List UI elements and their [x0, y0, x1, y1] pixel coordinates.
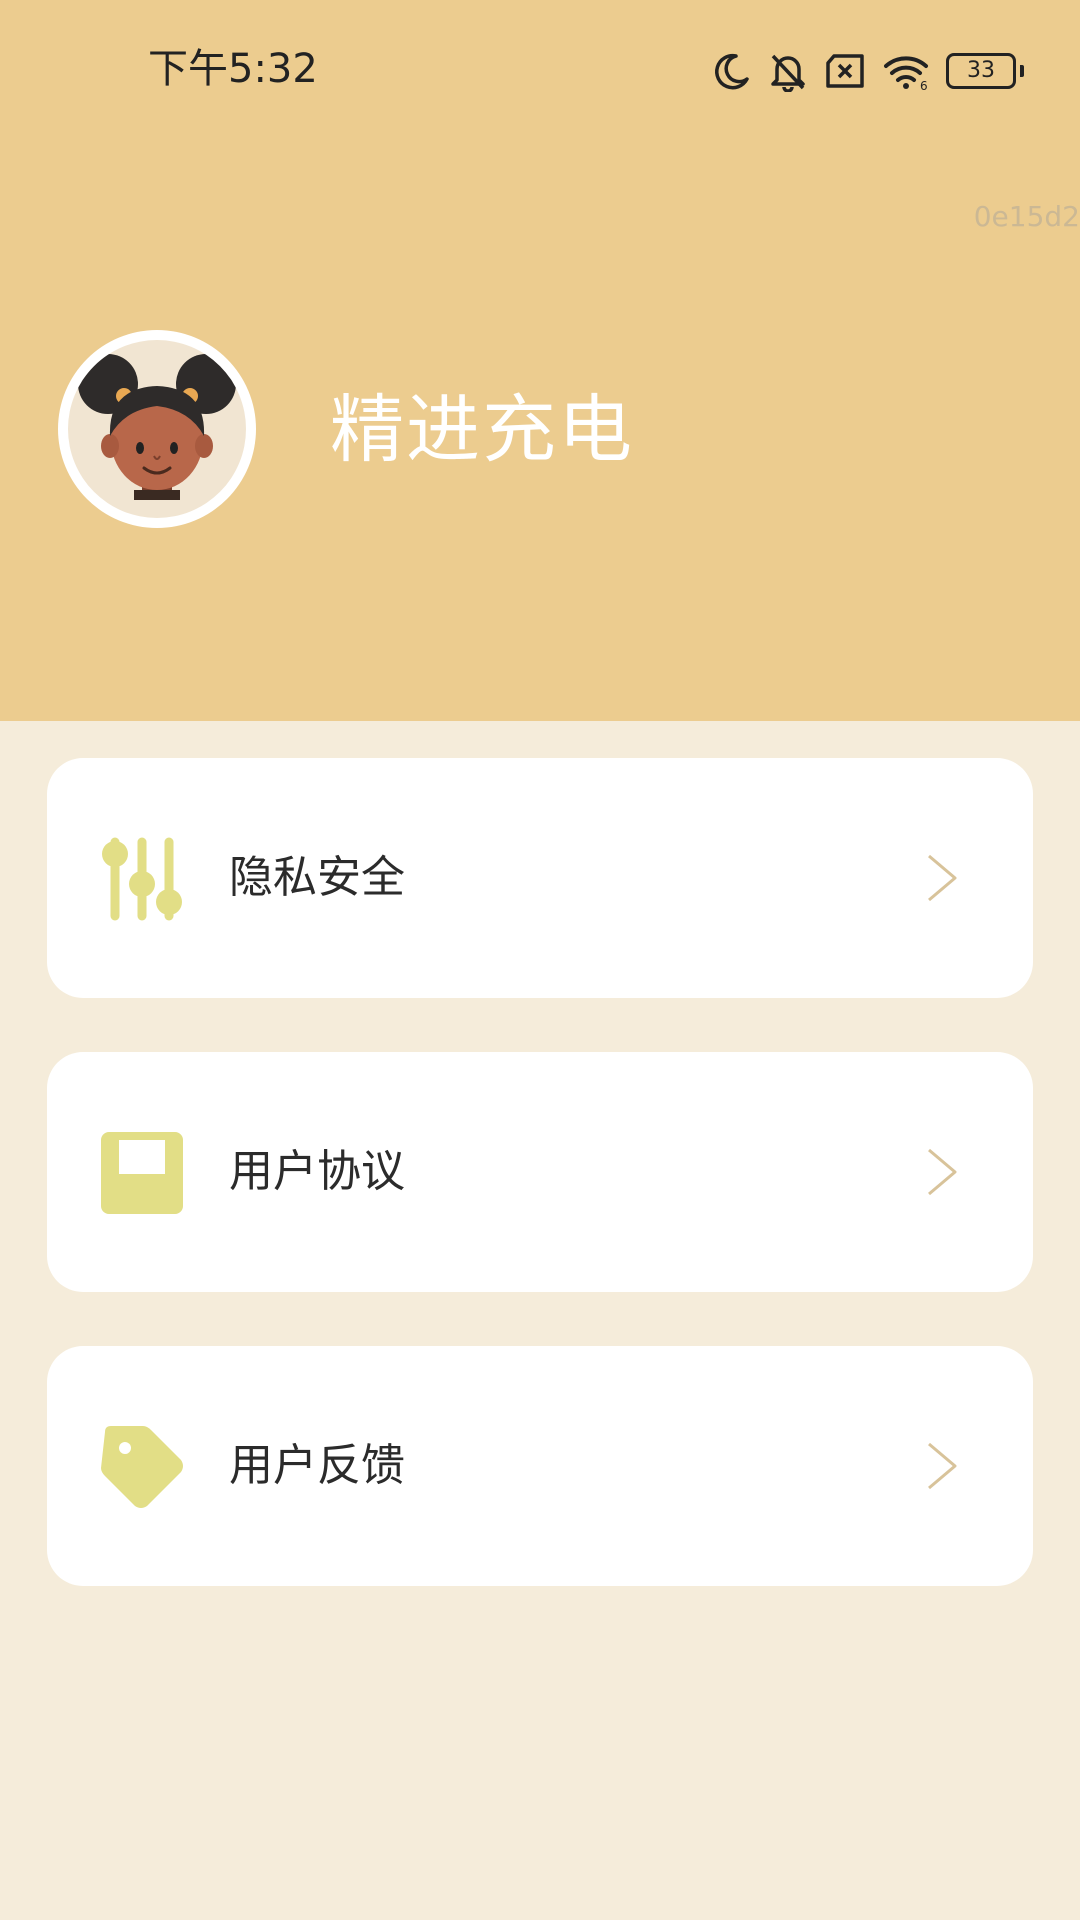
chevron-right-icon	[928, 1442, 957, 1490]
menu-item-label: 用户协议	[229, 1146, 405, 1197]
profile-name: 精进充电	[330, 387, 634, 473]
avatar[interactable]	[58, 330, 256, 528]
moon-icon	[715, 53, 749, 90]
status-time: 下午5:32	[148, 46, 318, 92]
tag-icon	[101, 1426, 183, 1508]
battery-level: 33	[967, 58, 995, 83]
menu-item-user-agreement[interactable]: 用户协议	[47, 1052, 1033, 1292]
document-icon	[101, 1132, 183, 1214]
status-bar: 下午5:32 6 33	[0, 0, 1080, 140]
sim-error-icon	[826, 54, 864, 88]
chevron-right-icon	[928, 1148, 957, 1196]
menu-item-privacy-security[interactable]: 隐私安全	[47, 758, 1033, 998]
girl-avatar-image	[68, 340, 246, 518]
status-icons: 6 33	[712, 48, 1024, 94]
menu-item-user-feedback[interactable]: 用户反馈	[47, 1346, 1033, 1586]
sliders-icon	[102, 837, 182, 921]
menu-item-label: 用户反馈	[229, 1440, 405, 1491]
build-tag: 0e15d2	[973, 200, 1080, 233]
chevron-right-icon	[928, 854, 957, 902]
svg-text:6: 6	[920, 79, 928, 90]
wifi-icon: 6	[884, 56, 928, 90]
battery-icon: 33	[946, 53, 1016, 89]
bell-off-icon	[771, 54, 805, 92]
menu-item-label: 隐私安全	[229, 852, 405, 903]
profile-header: 下午5:32 6 33 0e15d2 精进充电	[0, 0, 1080, 721]
battery-cap	[1020, 65, 1024, 77]
